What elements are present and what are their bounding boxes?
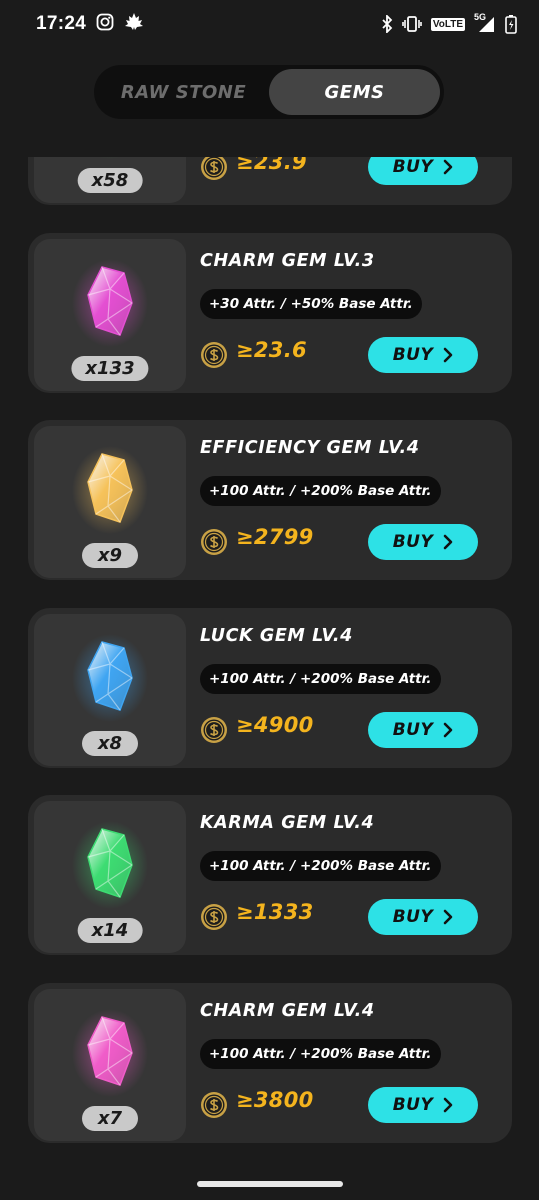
gem-icon <box>72 258 148 347</box>
gem-thumbnail: x9 <box>34 426 186 578</box>
buy-button-label: BUY <box>392 532 434 552</box>
gem-quantity-badge: x7 <box>82 1105 138 1131</box>
buy-button-label: BUY <box>392 1094 434 1115</box>
tab-raw-stone[interactable]: RAW STONE <box>98 69 269 115</box>
gem-card[interactable]: x133 CHARM GEM LV.3 +30 Attr. / +50% Bas… <box>28 232 512 393</box>
buy-button[interactable]: BUY <box>368 336 478 373</box>
gem-thumbnail: x7 <box>34 988 186 1141</box>
gem-thumbnail: x8 <box>34 613 186 766</box>
signal-5g-icon: 5G <box>474 12 496 34</box>
buy-button-label: BUY <box>392 157 434 177</box>
coin-icon <box>200 528 228 556</box>
gem-price: ≥1333 <box>236 900 314 924</box>
gem-price: ≥23.9 <box>236 157 307 174</box>
vibrate-icon <box>402 15 422 33</box>
maple-leaf-icon <box>124 12 144 37</box>
battery-icon <box>505 14 517 34</box>
gem-price: ≥2799 <box>236 525 314 549</box>
gem-attribute-badge: +100 Attr. / +200% Base Attr. <box>200 663 441 694</box>
chevron-right-icon <box>443 1097 453 1113</box>
chevron-right-icon <box>443 722 453 738</box>
buy-button-label: BUY <box>392 344 434 365</box>
buy-button[interactable]: BUY <box>368 711 478 748</box>
gem-list[interactable]: x58 ≥23.9 BUY x133 CHARM GEM LV.3 +30 At… <box>0 157 539 1200</box>
coin-icon <box>200 716 228 744</box>
gem-card[interactable]: x14 KARMA GEM LV.4 +100 Attr. / +200% Ba… <box>28 795 512 955</box>
gem-title: KARMA GEM LV.4 <box>200 813 375 833</box>
volte-icon: VoLTE <box>430 17 465 31</box>
buy-button-label: BUY <box>392 719 434 740</box>
status-time: 17:24 <box>36 13 87 34</box>
gem-price: ≥3800 <box>236 1087 314 1112</box>
chevron-right-icon <box>443 347 453 363</box>
buy-button[interactable]: BUY <box>368 1086 478 1123</box>
gem-quantity-badge: x58 <box>77 168 143 193</box>
gem-attribute-badge: +100 Attr. / +200% Base Attr. <box>200 1038 441 1069</box>
gem-icon <box>72 1008 148 1097</box>
gem-title: CHARM GEM LV.4 <box>200 1000 375 1021</box>
gem-attribute-badge: +100 Attr. / +200% Base Attr. <box>200 851 441 881</box>
gem-card[interactable]: x58 ≥23.9 BUY <box>28 157 512 205</box>
status-bar: 17:24 VoLTE 5G <box>0 0 539 48</box>
buy-button[interactable]: BUY <box>368 524 478 560</box>
gem-quantity-badge: x14 <box>77 918 143 943</box>
tab-gems[interactable]: GEMS <box>269 69 440 115</box>
gem-price: ≥4900 <box>236 712 314 737</box>
gem-icon <box>72 633 148 722</box>
coin-icon <box>200 1091 228 1119</box>
buy-button-label: BUY <box>392 907 434 927</box>
coin-icon <box>200 341 228 369</box>
chevron-right-icon <box>443 159 453 175</box>
gem-quantity-badge: x133 <box>71 355 149 381</box>
gem-thumbnail: x14 <box>34 801 186 953</box>
coin-icon <box>200 157 228 181</box>
gem-attribute-badge: +100 Attr. / +200% Base Attr. <box>200 476 441 506</box>
gem-icon <box>72 446 148 534</box>
gem-quantity-badge: x9 <box>82 543 138 568</box>
bluetooth-icon <box>381 15 393 33</box>
instagram-icon <box>96 13 114 36</box>
gem-icon <box>72 821 148 909</box>
buy-button[interactable]: BUY <box>368 157 478 185</box>
gem-attribute-badge: +30 Attr. / +50% Base Attr. <box>200 288 422 319</box>
gem-price: ≥23.6 <box>236 337 307 362</box>
gem-thumbnail: x133 <box>34 238 186 391</box>
gem-quantity-badge: x8 <box>82 730 138 756</box>
gem-card[interactable]: x9 EFFICIENCY GEM LV.4 +100 Attr. / +200… <box>28 420 512 580</box>
gem-title: LUCK GEM LV.4 <box>200 625 353 646</box>
gem-card[interactable]: x7 CHARM GEM LV.4 +100 Attr. / +200% Bas… <box>28 982 512 1143</box>
gem-title: EFFICIENCY GEM LV.4 <box>200 438 420 458</box>
category-tabs: RAW STONE GEMS <box>94 65 444 119</box>
gem-card[interactable]: x8 LUCK GEM LV.4 +100 Attr. / +200% Base… <box>28 607 512 768</box>
coin-icon <box>200 903 228 931</box>
chevron-right-icon <box>443 534 453 550</box>
chevron-right-icon <box>443 909 453 925</box>
gem-icon <box>98 157 122 159</box>
gem-thumbnail: x58 <box>34 157 186 203</box>
gem-title: CHARM GEM LV.3 <box>200 250 375 271</box>
buy-button[interactable]: BUY <box>368 899 478 935</box>
home-indicator[interactable] <box>197 1181 343 1187</box>
